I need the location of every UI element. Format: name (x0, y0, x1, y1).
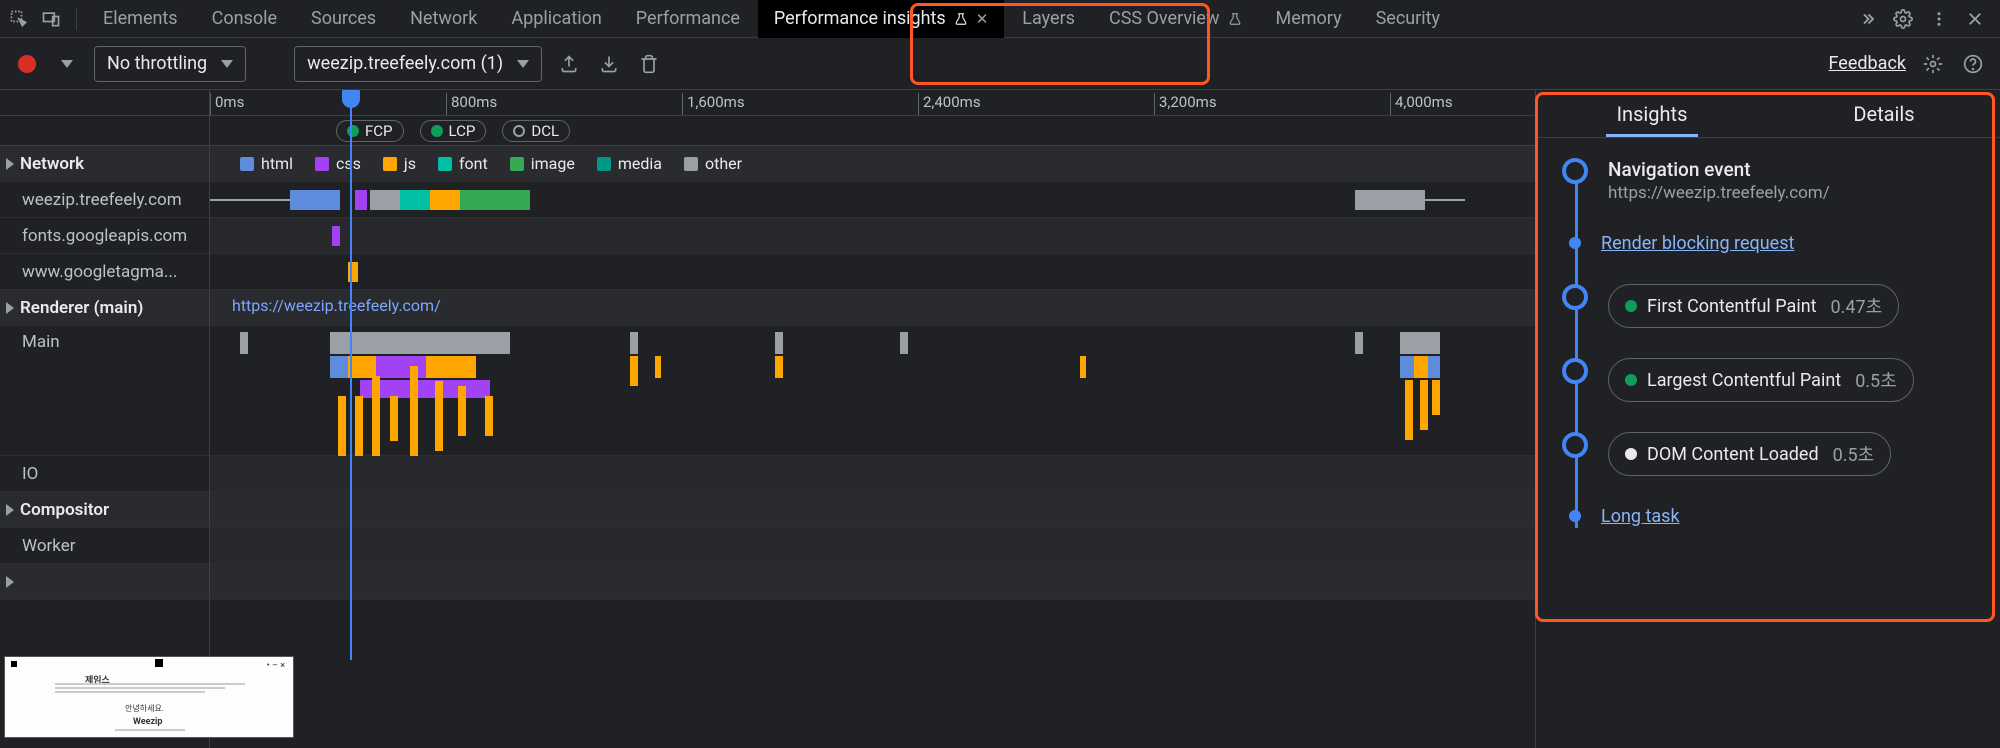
delete-icon[interactable] (636, 51, 662, 77)
track-domain2[interactable]: fonts.googleapis.com (0, 218, 209, 254)
ruler-tick: 3,200ms (1154, 93, 1217, 115)
legend-row: html css js font image media other (210, 146, 1535, 182)
fcp-pill[interactable]: First Contentful Paint 0.47초 (1608, 284, 1899, 328)
legend-js: js (383, 154, 416, 173)
chevron-down-icon (221, 60, 233, 68)
extra-track[interactable] (210, 564, 1535, 600)
settings-icon[interactable] (1920, 51, 1946, 77)
nav-event-url: https://weezip.treefeely.com/ (1608, 183, 1980, 203)
ruler-tick: 1,600ms (682, 93, 745, 115)
record-button[interactable] (14, 51, 40, 77)
settings-gear-icon[interactable] (1892, 8, 1914, 30)
status-dot-icon (1625, 300, 1637, 312)
kebab-menu-icon[interactable] (1928, 8, 1950, 30)
beaker-icon (1228, 12, 1242, 26)
tab-performance[interactable]: Performance (620, 0, 756, 38)
ruler-tick: 2,400ms (918, 93, 981, 115)
tab-label: Performance insights (774, 8, 946, 29)
tab-sources[interactable]: Sources (295, 0, 392, 38)
ruler-tick: 4,000ms (1390, 93, 1453, 115)
timeline-node-icon (1562, 284, 1588, 310)
tab-performance-insights[interactable]: Performance insights ✕ (758, 0, 1004, 38)
timeline-dot-icon (1569, 237, 1581, 249)
device-toolbar-icon[interactable] (36, 4, 66, 34)
nav-event-title: Navigation event (1608, 158, 1980, 181)
tab-details[interactable]: Details (1768, 90, 2000, 137)
throttling-value: No throttling (107, 53, 207, 74)
timeline-dot-icon (1569, 510, 1581, 522)
track-domain1[interactable]: weezip.treefeely.com (0, 182, 209, 218)
feedback-link[interactable]: Feedback (1829, 53, 1906, 74)
track-worker[interactable]: Worker (0, 528, 209, 564)
legend-font: font (438, 154, 488, 173)
ruler-tick: 800ms (446, 93, 497, 115)
throttling-select[interactable]: No throttling (94, 46, 246, 82)
page-select-value: weezip.treefeely.com (1) (307, 53, 503, 74)
legend-html: html (240, 154, 293, 173)
network-row-3[interactable] (210, 254, 1535, 290)
long-task-link[interactable]: Long task (1601, 506, 1680, 527)
close-devtools-icon[interactable] (1964, 8, 1986, 30)
network-row-2[interactable] (210, 218, 1535, 254)
renderer-url: https://weezip.treefeely.com/ (232, 296, 441, 315)
track-main[interactable]: Main (0, 326, 209, 456)
track-io[interactable]: IO (0, 456, 209, 492)
dcl-metric[interactable]: DCL (502, 120, 570, 142)
tab-memory[interactable]: Memory (1260, 0, 1358, 38)
tab-network[interactable]: Network (394, 0, 493, 38)
io-track[interactable] (210, 456, 1535, 492)
tab-insights[interactable]: Insights (1536, 90, 1768, 137)
help-icon[interactable] (1960, 51, 1986, 77)
tab-layers[interactable]: Layers (1006, 0, 1091, 38)
more-tabs-icon[interactable] (1856, 8, 1878, 30)
tab-security[interactable]: Security (1360, 0, 1456, 38)
inspect-element-icon[interactable] (4, 4, 34, 34)
legend-css: css (315, 154, 361, 173)
time-ruler[interactable]: 0ms 800ms 1,600ms 2,400ms 3,200ms 4,000m… (210, 90, 1535, 116)
ruler-tick: 0ms (210, 93, 244, 115)
timeline-node-icon (1562, 358, 1588, 384)
import-icon[interactable] (596, 51, 622, 77)
status-dot-icon (1625, 374, 1637, 386)
fcp-metric[interactable]: FCP (336, 120, 404, 142)
playhead[interactable] (350, 90, 352, 660)
status-dot-icon (1625, 448, 1637, 460)
tab-console[interactable]: Console (196, 0, 293, 38)
tab-css-overview[interactable]: CSS Overview (1093, 0, 1258, 38)
compositor-track[interactable] (210, 492, 1535, 528)
lcp-metric[interactable]: LCP (420, 120, 487, 142)
tab-application[interactable]: Application (495, 0, 617, 38)
timeline-node-icon (1562, 158, 1588, 184)
legend-media: media (597, 154, 662, 173)
timeline-node-icon (1562, 432, 1588, 458)
lcp-pill[interactable]: Largest Contentful Paint 0.5초 (1608, 358, 1914, 402)
track-renderer-header[interactable]: Renderer (main) (0, 290, 209, 326)
track-compositor[interactable]: Compositor (0, 492, 209, 528)
main-track[interactable] (210, 326, 1535, 456)
page-select[interactable]: weezip.treefeely.com (1) (294, 46, 542, 82)
metrics-row: FCP LCP DCL (210, 116, 1535, 146)
render-blocking-link[interactable]: Render blocking request (1601, 233, 1794, 254)
tab-elements[interactable]: Elements (87, 0, 194, 38)
track-extra[interactable] (0, 564, 209, 600)
tab-label: CSS Overview (1109, 8, 1220, 29)
export-icon[interactable] (556, 51, 582, 77)
record-dropdown[interactable] (54, 51, 80, 77)
beaker-icon (954, 12, 968, 26)
chevron-down-icon (517, 60, 529, 68)
renderer-row[interactable]: https://weezip.treefeely.com/ (210, 290, 1535, 326)
track-domain3[interactable]: www.googletagma... (0, 254, 209, 290)
legend-other: other (684, 154, 742, 173)
screenshot-thumbnail[interactable]: • – × 제임스 안녕하세요. Weezip (4, 656, 294, 738)
close-icon[interactable]: ✕ (976, 10, 989, 28)
track-network-header[interactable]: Network (0, 146, 209, 182)
legend-image: image (510, 154, 575, 173)
dcl-pill[interactable]: DOM Content Loaded 0.5초 (1608, 432, 1891, 476)
worker-track[interactable] (210, 528, 1535, 564)
network-row-1[interactable] (210, 182, 1535, 218)
